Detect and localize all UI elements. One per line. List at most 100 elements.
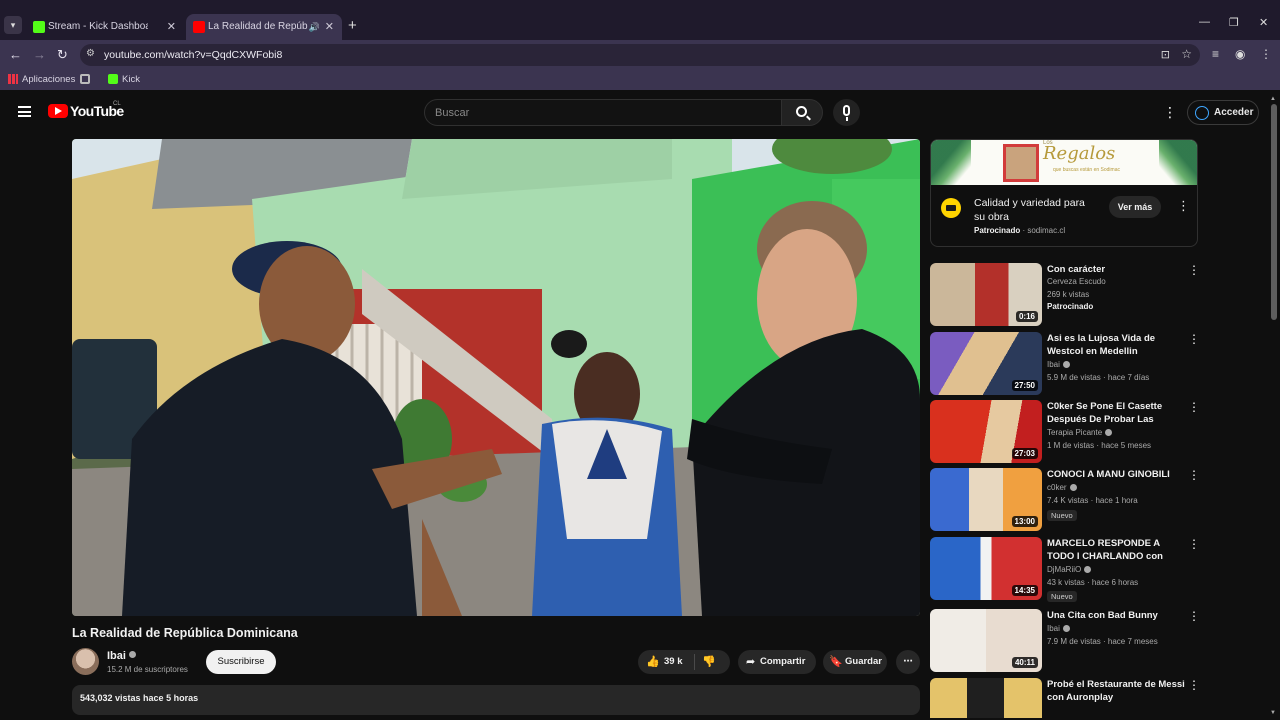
tab-youtube-video[interactable]: La Realidad de República D 🔊 ✕ xyxy=(186,14,342,40)
new-tab-button[interactable]: + xyxy=(348,17,357,35)
save-button[interactable]: 🔖 Guardar xyxy=(823,650,887,674)
address-bar[interactable]: ⚙ youtube.com/watch?v=QqdCXWFobi8 ⊡ ☆ xyxy=(80,44,1200,66)
site-info-icon[interactable]: ⚙ xyxy=(86,48,95,59)
more-actions-button[interactable]: ⋯ xyxy=(896,650,920,674)
recommended-title[interactable]: Una Cita con Bad Bunny xyxy=(1047,609,1187,622)
video-thumbnail[interactable] xyxy=(930,678,1042,718)
channel-text[interactable]: Terapia Picante xyxy=(1047,428,1102,437)
ad-menu-icon[interactable]: ⋮ xyxy=(1177,198,1190,214)
reading-list-icon[interactable] xyxy=(80,74,90,84)
video-menu-icon[interactable]: ⋮ xyxy=(1188,400,1200,414)
channel-text[interactable]: c0ker xyxy=(1047,483,1067,492)
scrollbar-thumb[interactable] xyxy=(1271,104,1277,320)
video-thumbnail[interactable]: 0:16 xyxy=(930,263,1042,326)
recommended-title[interactable]: MARCELO RESPONDE A TODO I CHARLANDO con … xyxy=(1047,537,1187,564)
view-count-date: 543,032 vistas hace 5 horas xyxy=(80,693,199,703)
video-menu-icon[interactable]: ⋮ xyxy=(1188,332,1200,346)
description-box[interactable]: 543,032 vistas hace 5 horas xyxy=(72,685,920,715)
bookmark-kick[interactable]: Kick xyxy=(108,73,140,87)
recommended-title[interactable]: C0ker Se Pone El Casette Después De Prob… xyxy=(1047,400,1187,427)
install-app-icon[interactable]: ⊡ xyxy=(1161,48,1170,61)
recommended-video[interactable]: 27:03 C0ker Se Pone El Casette Después D… xyxy=(930,400,1200,464)
channel-text[interactable]: DjMaRiiO xyxy=(1047,565,1081,574)
video-menu-icon[interactable]: ⋮ xyxy=(1188,537,1200,551)
recommended-channel[interactable]: Cerveza Escudo xyxy=(1047,277,1106,286)
video-menu-icon[interactable]: ⋮ xyxy=(1188,263,1200,277)
video-menu-icon[interactable]: ⋮ xyxy=(1188,678,1198,692)
close-icon[interactable]: ✕ xyxy=(325,14,334,40)
video-player[interactable] xyxy=(72,139,920,616)
youtube-logo-icon[interactable] xyxy=(48,104,68,118)
video-thumbnail[interactable]: 27:50 xyxy=(930,332,1042,395)
scroll-up-icon[interactable]: ▲ xyxy=(1270,96,1276,102)
sponsored-label: Patrocinado xyxy=(974,226,1021,235)
tab-search-button[interactable]: ▾ xyxy=(4,16,22,34)
recommended-title[interactable]: CONOCI A MANU GINOBILI xyxy=(1047,468,1187,481)
window-close-icon[interactable]: ✕ xyxy=(1259,16,1268,29)
browser-menu-icon[interactable]: ⋮ xyxy=(1260,47,1272,61)
channel-name-text[interactable]: Ibai xyxy=(107,650,126,662)
advertiser-logo-icon[interactable] xyxy=(941,198,961,218)
verified-icon xyxy=(1105,429,1113,436)
share-button[interactable]: ➦ Compartir xyxy=(738,650,816,674)
like-icon[interactable]: 👍 xyxy=(646,650,660,674)
video-thumbnail[interactable]: 13:00 xyxy=(930,468,1042,531)
bookmark-apps[interactable]: Aplicaciones xyxy=(8,73,75,87)
recommended-title[interactable]: Asi es la Lujosa Vida de Westcol en Mede… xyxy=(1047,332,1187,358)
channel-text[interactable]: Ibai xyxy=(1047,360,1060,369)
ad-title[interactable]: Calidad y variedad para su obra xyxy=(974,196,1094,224)
video-menu-icon[interactable]: ⋮ xyxy=(1188,609,1200,623)
media-controls-icon[interactable]: ≡ xyxy=(1212,47,1219,61)
minimize-icon[interactable]: — xyxy=(1199,16,1210,28)
video-thumbnail[interactable]: 27:03 xyxy=(930,400,1042,463)
voice-search-button[interactable] xyxy=(833,99,860,126)
speaker-icon[interactable]: 🔊 xyxy=(309,14,320,40)
close-icon[interactable]: ✕ xyxy=(167,14,176,40)
recommended-video[interactable]: 0:16 Con carácter Cerveza Escudo 269 k v… xyxy=(930,263,1200,327)
signin-label: Acceder xyxy=(1214,107,1254,118)
bookmark-star-icon[interactable]: ☆ xyxy=(1181,47,1192,61)
video-thumbnail[interactable]: 14:35 xyxy=(930,537,1042,600)
search-field[interactable] xyxy=(424,99,782,126)
ad-banner-image[interactable]: Los Regalos que buscas están en Sodimac xyxy=(931,140,1197,185)
search-button[interactable] xyxy=(781,99,823,126)
video-menu-icon[interactable]: ⋮ xyxy=(1188,468,1200,482)
recommended-title[interactable]: Con carácter xyxy=(1047,263,1187,276)
recommended-video[interactable]: 40:11 Una Cita con Bad Bunny Ibai 7.9 M … xyxy=(930,609,1200,673)
video-thumbnail[interactable]: 40:11 xyxy=(930,609,1042,672)
bookmarks-bar: Aplicaciones Kick xyxy=(0,70,1280,90)
recommended-channel[interactable]: Terapia Picante xyxy=(1047,428,1113,437)
recommended-channel[interactable]: c0ker xyxy=(1047,483,1077,492)
profile-icon[interactable]: ◉ xyxy=(1235,47,1245,61)
recommended-channel[interactable]: Ibai xyxy=(1047,624,1070,633)
scroll-down-icon[interactable]: ▼ xyxy=(1270,710,1276,716)
recommended-title[interactable]: Probé el Restaurante de Messi con Auronp… xyxy=(1047,678,1187,704)
recommended-channel[interactable]: DjMaRiiO xyxy=(1047,565,1092,574)
recommended-channel[interactable]: Ibai xyxy=(1047,360,1070,369)
recommended-video[interactable]: 13:00 CONOCI A MANU GINOBILI c0ker 7.4 K… xyxy=(930,468,1200,532)
subscribe-button[interactable]: Suscribirse xyxy=(206,650,276,674)
subscriber-count: 15.2 M de suscriptores xyxy=(107,665,188,674)
video-duration: 40:11 xyxy=(1011,657,1038,668)
recommended-video[interactable]: 27:50 Asi es la Lujosa Vida de Westcol e… xyxy=(930,332,1200,396)
like-count[interactable]: 39 k xyxy=(664,650,683,674)
ad-cta-button[interactable]: Ver más xyxy=(1109,196,1161,218)
recommended-video[interactable]: 14:35 MARCELO RESPONDE A TODO I CHARLAND… xyxy=(930,537,1200,602)
menu-icon[interactable] xyxy=(18,106,31,117)
page-scrollbar[interactable]: ▲ ▼ xyxy=(1270,96,1278,716)
recommended-video[interactable]: Probé el Restaurante de Messi con Auronp… xyxy=(930,678,1198,718)
search-input[interactable] xyxy=(425,100,781,125)
restore-icon[interactable]: ❐ xyxy=(1229,16,1239,29)
back-icon[interactable]: ← xyxy=(9,46,22,64)
sponsored-ad-card[interactable]: Los Regalos que buscas están en Sodimac … xyxy=(930,139,1198,247)
channel-text[interactable]: Ibai xyxy=(1047,624,1060,633)
avatar[interactable] xyxy=(72,648,99,675)
settings-kebab-icon[interactable]: ⋮ xyxy=(1163,103,1177,121)
new-badge: Nuevo xyxy=(1047,591,1077,602)
tab-kick-dashboard[interactable]: Stream - Kick Dashboard ✕ xyxy=(26,14,184,40)
forward-icon[interactable]: → xyxy=(33,46,46,64)
channel-name[interactable]: Ibai xyxy=(107,650,136,662)
reload-icon[interactable]: ↻ xyxy=(57,46,68,64)
signin-button[interactable]: Acceder xyxy=(1187,100,1259,125)
dislike-icon[interactable]: 👎 xyxy=(702,650,716,674)
